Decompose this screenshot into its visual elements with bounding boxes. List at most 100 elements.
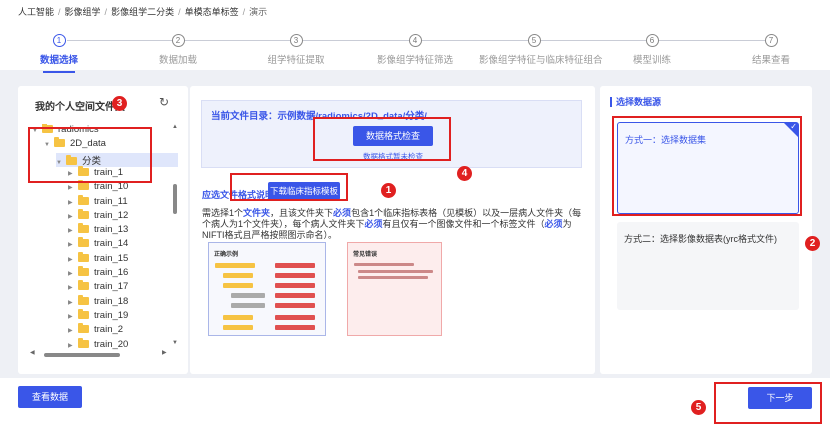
tree-vertical-scrollbar[interactable]: ▲ ▼ [172,124,178,348]
tree-node[interactable]: ▶ train_11 [68,194,178,210]
step-7[interactable]: 7 结果查看 [716,34,826,66]
refresh-icon[interactable]: ↻ [159,95,169,109]
step-5-label: 影像组学特征与临床特征组合 [479,55,603,66]
folder-icon [78,323,89,334]
tree-node-label: train_11 [94,195,128,207]
annotation-number: 2 [805,236,820,251]
tree-node-label: train_20 [94,338,129,350]
folder-icon [78,223,89,234]
annotation-number: 5 [691,400,706,415]
step-3-label: 组学特征提取 [267,55,325,66]
annotation-box-tree [28,127,152,183]
annotation-box-download [230,173,348,201]
correct-example-image: 正确示例 [208,242,326,336]
folder-icon [78,294,89,305]
tree-node-label: train_19 [94,309,129,321]
step-1-circle: 1 [52,34,66,47]
tree-node[interactable]: ▶ train_15 [68,251,178,267]
step-4-circle: 4 [408,34,422,47]
chevron-right-icon[interactable]: ▶ [68,227,78,234]
folder-icon [78,251,89,262]
step-6-circle: 6 [645,34,659,47]
annotation-box-next [714,382,822,424]
step-3-circle: 3 [289,34,303,47]
correct-example-title: 正确示例 [214,252,239,258]
tree-node-label: train_15 [94,252,129,264]
step-1[interactable]: 1 数据选择 [4,34,114,73]
view-data-button[interactable]: 查看数据 [18,386,82,408]
bottom-bar: 查看数据 下一步 [0,378,830,426]
step-5-circle: 5 [527,34,541,47]
option-2-label: 方式二：选择影像数据表(yrc格式文件) [624,234,777,244]
tree-node[interactable]: ▶ train_19 [68,308,178,324]
option-select-table[interactable]: 方式二：选择影像数据表(yrc格式文件) [617,222,799,310]
chevron-right-icon[interactable]: ▶ [68,299,78,306]
folder-icon [78,266,89,276]
chevron-right-icon[interactable]: ▶ [68,184,78,191]
breadcrumb-item[interactable]: 人工智能 [18,7,54,17]
tree-node[interactable]: ▶ train_12 [68,208,178,224]
chevron-right-icon[interactable]: ▶ [68,284,78,291]
scroll-left-arrow-icon[interactable]: ◀ [30,349,35,356]
annotation-number: 4 [457,166,472,181]
tree-node[interactable]: ▶ train_14 [68,237,178,252]
chevron-right-icon[interactable]: ▶ [68,327,78,334]
tree-node-label: train_16 [94,267,129,278]
annotation-number: 1 [381,183,396,198]
tree-node[interactable]: ▶ train_2 [68,323,178,338]
breadcrumb-item[interactable]: 影像组学二分类 [111,7,174,17]
tree-node-label: train_12 [94,209,129,221]
chevron-right-icon[interactable]: ▶ [68,313,78,320]
tree-node[interactable]: ▶ train_13 [68,223,178,238]
step-6[interactable]: 6 模型训练 [597,34,707,66]
scrollbar-thumb[interactable] [173,184,177,214]
tree-horizontal-scrollbar[interactable]: ◀ ▶ [30,349,167,358]
step-7-circle: 7 [764,34,778,47]
step-3[interactable]: 3 组学特征提取 [241,34,351,66]
step-2-circle: 2 [171,34,185,47]
tree-node[interactable]: ▶ train_18 [68,294,178,310]
common-error-image: 常见错误 [347,242,442,336]
step-bar: 1 数据选择 2 数据加载 3 组学特征提取 4 影像组学特征筛选 5 影像组学特征与临床… [0,34,830,73]
tree-node[interactable]: ▶ train_17 [68,280,178,295]
chevron-right-icon[interactable]: ▶ [68,342,78,349]
chevron-right-icon[interactable]: ▶ [68,256,78,263]
folder-icon [78,194,89,205]
folder-icon [78,280,89,291]
scroll-right-arrow-icon[interactable]: ▶ [162,349,167,356]
tree-node-label: train_14 [94,238,129,250]
scrollbar-thumb[interactable] [44,353,120,357]
step-5[interactable]: 5 影像组学特征与临床特征组合 [479,34,603,66]
annotation-number: 3 [112,96,127,111]
chevron-right-icon[interactable]: ▶ [68,270,78,277]
tree-node-label: train_18 [94,295,129,307]
folder-icon [78,308,89,319]
step-1-label: 数据选择 [39,55,78,66]
folder-icon [78,337,89,348]
step-7-label: 结果查看 [751,55,790,66]
chevron-right-icon[interactable]: ▶ [68,199,78,206]
data-source-title: 选择数据源 [610,97,661,107]
tree-node-label: train_13 [94,224,129,236]
folder-icon [78,237,89,248]
step-4-label: 影像组学特征筛选 [376,55,453,66]
tree-node[interactable]: ▶ train_16 [68,266,178,281]
scroll-down-arrow-icon[interactable]: ▼ [172,340,178,346]
breadcrumb: 人工智能 / 影像组学 / 影像组学二分类 / 单模态单标签 / 演示 [18,7,268,17]
step-1-underline [43,71,75,73]
breadcrumb-item[interactable]: 单模态单标签 [185,7,239,17]
breadcrumb-item[interactable]: 影像组学 [65,7,101,17]
annotation-box-option [612,116,802,216]
scroll-up-arrow-icon[interactable]: ▲ [172,124,178,130]
tree-node-label: train_17 [94,281,129,293]
chevron-right-icon[interactable]: ▶ [68,213,78,220]
step-4[interactable]: 4 影像组学特征筛选 [360,34,470,66]
common-error-title: 常见错误 [353,252,378,258]
annotation-box-check [313,117,451,161]
step-2-label: 数据加载 [158,55,197,66]
chevron-right-icon[interactable]: ▶ [68,241,78,248]
tree-node[interactable]: ▶ train_10 [68,180,178,195]
step-2[interactable]: 2 数据加载 [123,34,233,66]
format-description: 需选择1个文件夹，且该文件夹下必须包含1个临床指标表格（见模板）以及一层病人文件… [202,208,582,240]
folder-icon [78,180,89,191]
